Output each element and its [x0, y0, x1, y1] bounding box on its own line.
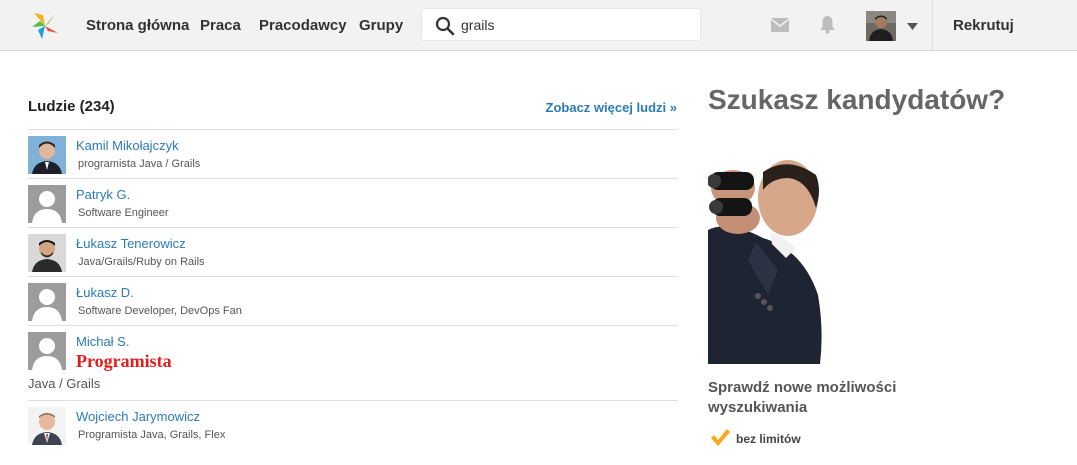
ad-description: Sprawdź nowe możliwości wyszukiwania — [708, 379, 897, 416]
person-name-link[interactable]: Patryk G. — [76, 187, 130, 202]
nav-divider — [932, 0, 933, 50]
list-item: Patryk G. Software Engineer — [28, 178, 678, 227]
list-item: Łukasz Tenerowicz Java/Grails/Ruby on Ra… — [28, 227, 678, 276]
people-list: Kamil Mikołajczyk programista Java / Gra… — [28, 129, 678, 449]
person-photo-icon — [28, 136, 66, 174]
list-item: Michał S. Programista Java / Grails — [28, 325, 678, 400]
person-headline: programista Java / Grails — [78, 158, 201, 170]
person-photo[interactable] — [28, 407, 66, 445]
user-avatar[interactable] — [866, 11, 896, 41]
person-headline: Software Engineer — [78, 207, 169, 219]
people-section-title: Ludzie (234) — [28, 98, 115, 115]
person-photo-placeholder[interactable] — [28, 283, 66, 321]
checkmark-icon — [711, 429, 730, 446]
person-headline-large: Programista — [76, 351, 172, 371]
person-name-link[interactable]: Łukasz Tenerowicz — [76, 236, 186, 251]
nav-groups-link[interactable]: Grupy — [359, 17, 403, 34]
goldenline-logo-icon[interactable] — [28, 9, 62, 43]
search-box[interactable] — [421, 8, 701, 41]
user-silhouette-icon — [28, 283, 66, 321]
nav-home-link[interactable]: Strona główna — [86, 17, 189, 34]
person-headline: Programista Java, Grails, Flex — [78, 429, 226, 441]
person-name-link[interactable]: Michał S. — [76, 334, 129, 349]
nav-employers-link[interactable]: Pracodawcy — [259, 17, 347, 34]
list-item: Łukasz D. Software Developer, DevOps Fan — [28, 276, 678, 325]
ad-feature-item: bez limitów — [736, 432, 801, 446]
avatar-image-icon — [866, 11, 896, 41]
search-input[interactable] — [461, 14, 691, 36]
person-headline: Software Developer, DevOps Fan — [78, 305, 242, 317]
nav-jobs-link[interactable]: Praca — [200, 17, 241, 34]
list-item: Wojciech Jarymowicz Programista Java, Gr… — [28, 400, 678, 449]
user-silhouette-icon — [28, 332, 66, 370]
person-photo[interactable] — [28, 234, 66, 272]
person-photo-placeholder[interactable] — [28, 332, 66, 370]
list-item: Kamil Mikołajczyk programista Java / Gra… — [28, 129, 678, 178]
ad-title: Szukasz kandydatów? — [708, 84, 1006, 115]
user-silhouette-icon — [28, 185, 66, 223]
person-photo-icon — [28, 234, 66, 272]
bell-icon[interactable] — [819, 15, 836, 34]
person-photo-icon — [28, 407, 66, 445]
top-navigation-bar: Strona główna Praca Pracodawcy Grupy Rek… — [0, 0, 1077, 51]
person-name-link[interactable]: Łukasz D. — [76, 285, 134, 300]
person-photo-placeholder[interactable] — [28, 185, 66, 223]
search-icon[interactable] — [435, 16, 455, 36]
person-name-link[interactable]: Kamil Mikołajczyk — [76, 138, 179, 153]
person-name-link[interactable]: Wojciech Jarymowicz — [76, 409, 200, 424]
person-photo[interactable] — [28, 136, 66, 174]
person-headline-sub: Java / Grails — [28, 376, 101, 391]
see-more-people-link[interactable]: Zobacz więcej ludzi » — [546, 100, 677, 115]
chevron-down-icon[interactable] — [907, 23, 918, 30]
mail-icon[interactable] — [771, 18, 789, 32]
recruit-link[interactable]: Rekrutuj — [953, 17, 1014, 34]
person-headline: Java/Grails/Ruby on Rails — [78, 256, 205, 268]
binoculars-man-ad-image[interactable] — [708, 120, 828, 364]
